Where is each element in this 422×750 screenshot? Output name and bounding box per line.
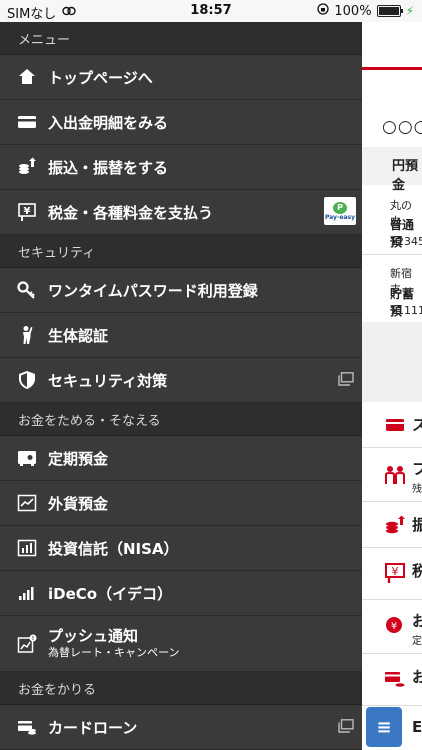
svg-text:¥: ¥	[391, 621, 397, 632]
shield-icon	[16, 369, 38, 391]
menu-item-label: セキュリティ対策	[48, 371, 168, 390]
payment-slip-icon: ¥	[385, 563, 405, 583]
charging-icon: ⚡	[405, 4, 414, 18]
content-row[interactable]: お	[362, 654, 422, 706]
svg-text:¥: ¥	[24, 206, 31, 217]
person-icon	[16, 324, 38, 346]
orientation-lock-icon	[317, 3, 330, 19]
menu-item-card-loan[interactable]: カードローン	[0, 705, 362, 750]
menu-item-label: 振込・振替をする	[48, 158, 169, 177]
section-header-menu: メニュー	[0, 22, 362, 55]
section-header-savings: お金をためる・そなえる	[0, 403, 362, 436]
menu-item-foreign-deposit[interactable]: 外貨預金	[0, 481, 362, 526]
home-icon	[16, 66, 38, 88]
menu-item-label: プッシュ通知	[48, 626, 139, 645]
payment-slip-icon: ¥	[16, 201, 38, 223]
menu-item-transfer[interactable]: 振込・振替をする	[0, 145, 362, 190]
menu-item-security-measures[interactable]: セキュリティ対策	[0, 358, 362, 403]
menu-item-push-notification[interactable]: ! プッシュ通知 為替レート・キャンペーン	[0, 616, 362, 672]
menu-item-label: ワンタイムパスワード利用登録	[48, 281, 258, 300]
battery-icon	[376, 5, 403, 17]
external-window-icon	[338, 719, 354, 733]
key-icon	[16, 279, 38, 301]
battery-percent: 100%	[334, 3, 372, 19]
card-icon	[16, 111, 38, 133]
svg-text:¥: ¥	[392, 565, 399, 578]
menu-item-biometric[interactable]: 生体認証	[0, 313, 362, 358]
menu-item-label: カードローン	[48, 718, 138, 737]
pay-easy-logo: P Pay-easy	[324, 197, 356, 225]
menu-item-pay-bills[interactable]: ¥ 税金・各種料金を支払う P Pay-easy	[0, 190, 362, 235]
external-window-icon	[338, 372, 354, 386]
menu-item-label: 税金・各種料金を支払う	[48, 203, 214, 222]
account-number: 12345	[390, 235, 422, 248]
spacer-band	[362, 322, 422, 402]
menu-item-label: トップページへ	[48, 68, 153, 87]
menu-item-label: 投資信託（NISA）	[48, 539, 179, 558]
signal-icon	[16, 582, 38, 604]
svg-text:!: !	[32, 636, 35, 642]
side-menu: メニュー トップページへ 入出金明細をみる 振込・振替をする ¥ 税金・各種料金…	[0, 22, 362, 750]
bar-chart-icon	[16, 537, 38, 559]
loan-card-icon	[16, 716, 38, 738]
header-accent-line	[362, 67, 422, 70]
content-row[interactable]: ス	[362, 402, 422, 448]
menu-toggle-button[interactable]: ≡	[366, 707, 402, 747]
line-chart-icon	[16, 492, 38, 514]
menu-item-label: 入出金明細をみる	[48, 113, 169, 132]
card-icon	[386, 419, 404, 431]
coins-transfer-icon	[16, 156, 38, 178]
menu-item-label: iDeCo（イデコ）	[48, 584, 173, 603]
section-header-security: セキュリティ	[0, 235, 362, 268]
menu-item-top-page[interactable]: トップページへ	[0, 55, 362, 100]
menu-item-ideco[interactable]: iDeCo（イデコ）	[0, 571, 362, 616]
section-header-borrow: お金をかりる	[0, 672, 362, 705]
content-row[interactable]: ¥ 税	[362, 548, 422, 600]
menu-item-label: 定期預金	[48, 449, 109, 468]
people-icon	[385, 466, 405, 484]
menu-item-sublabel: 為替レート・キャンペーン	[48, 646, 180, 660]
status-bar: SIMなし 18:57 100% ⚡	[0, 0, 422, 22]
menu-item-label: 外貨預金	[48, 494, 109, 513]
account-holder-name: ○○○	[382, 117, 422, 137]
menu-item-investment-trust[interactable]: 投資信託（NISA）	[0, 526, 362, 571]
content-row[interactable]: フ 残	[362, 448, 422, 502]
content-row[interactable]: 振	[362, 502, 422, 548]
main-content-peek[interactable]: ○○○ 円預金 丸の内 普通預 12345 新宿支 貯蓄預 11111 ス フ …	[362, 22, 422, 750]
menu-item-time-deposit[interactable]: 定期預金	[0, 436, 362, 481]
coins-transfer-icon	[386, 515, 405, 534]
menu-item-statement[interactable]: 入出金明細をみる	[0, 100, 362, 145]
account-number: 11111	[390, 304, 422, 317]
loan-card-icon	[385, 672, 405, 687]
menu-item-label: 生体認証	[48, 326, 109, 345]
notification-chart-icon: !	[16, 633, 38, 655]
content-row[interactable]: ¥ お 定	[362, 600, 422, 654]
menu-item-onetime-password[interactable]: ワンタイムパスワード利用登録	[0, 268, 362, 313]
safe-icon	[16, 447, 38, 469]
tab-yen-deposit[interactable]: 円預金	[392, 155, 422, 193]
yen-coin-icon: ¥	[386, 617, 402, 633]
